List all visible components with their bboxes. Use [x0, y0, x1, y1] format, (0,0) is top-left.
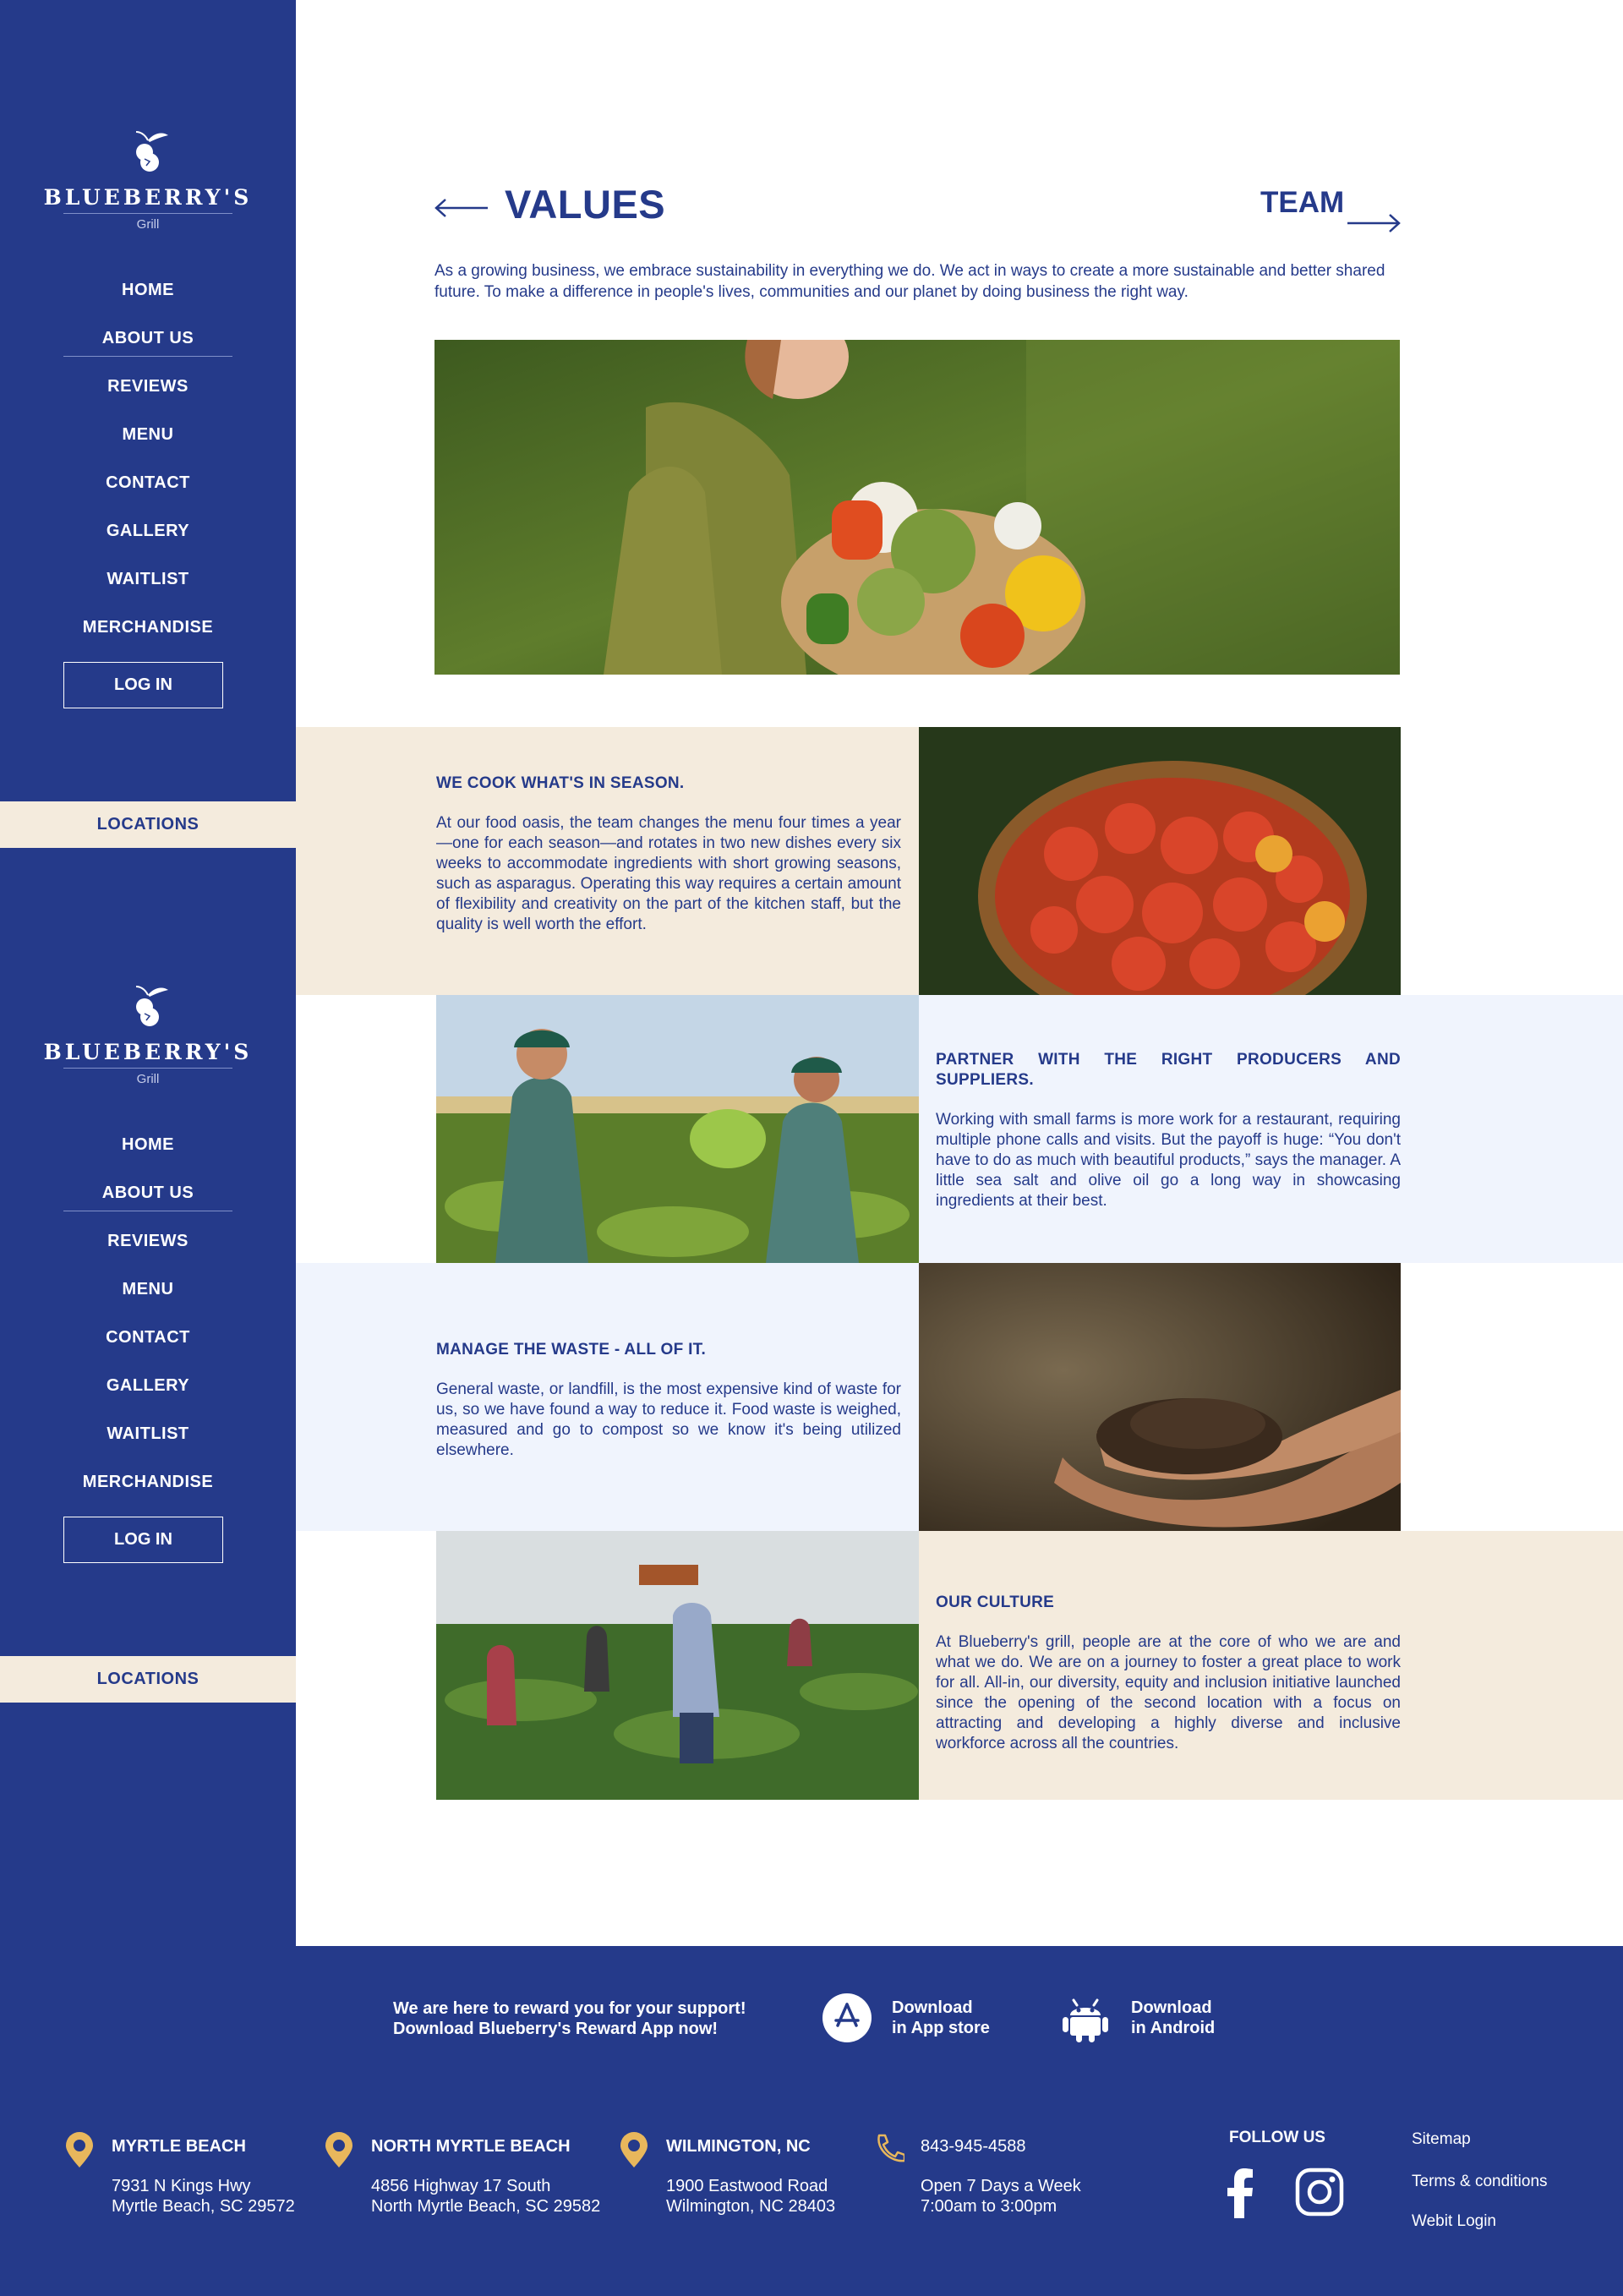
locations-button[interactable]: LOCATIONS — [0, 1656, 296, 1703]
row-heading: PARTNER WITH THE RIGHT PRODUCERS AND SUP… — [936, 1051, 1401, 1089]
location-title: NORTH MYRTLE BEACH — [371, 2137, 571, 2156]
nav-contact[interactable]: CONTACT — [0, 473, 296, 493]
nav-gallery[interactable]: GALLERY — [0, 1376, 296, 1396]
row-body: General waste, or landfill, is the most … — [436, 1380, 901, 1459]
phone-number[interactable]: 843-945-4588 — [921, 2137, 1026, 2157]
hours-line: Open 7 Days a Week — [921, 2177, 1081, 2195]
hands-soil-image — [919, 1263, 1401, 1531]
webit-login-link[interactable]: Webit Login — [1412, 2212, 1496, 2231]
tomato-basket-image — [919, 727, 1401, 995]
farmers-lettuce-image — [436, 995, 919, 1263]
row-season: WE COOK WHAT'S IN SEASON. At our food oa… — [436, 774, 901, 935]
address-line: North Myrtle Beach, SC 29582 — [371, 2197, 601, 2216]
sitemap-link[interactable]: Sitemap — [1412, 2130, 1471, 2149]
nav-menu[interactable]: MENU — [0, 1280, 296, 1299]
nav-contact[interactable]: CONTACT — [0, 1328, 296, 1348]
address-line: Myrtle Beach, SC 29572 — [112, 2197, 295, 2216]
app-store-download[interactable]: Download in App store — [822, 1993, 990, 2042]
android-label: Download — [1131, 1998, 1212, 2017]
forward-arrow-icon[interactable] — [1346, 211, 1402, 235]
nav-waitlist[interactable]: WAITLIST — [0, 570, 296, 589]
nav-about-us[interactable]: ABOUT US — [0, 329, 296, 348]
login-button[interactable]: LOG IN — [63, 1517, 223, 1563]
row-body: At Blueberry's grill, people are at the … — [936, 1633, 1401, 1752]
brand-name: BLUEBERRY'S — [43, 1040, 253, 1064]
row-heading: WE COOK WHAT'S IN SEASON. — [436, 774, 685, 792]
brand-sub: Grill — [136, 217, 160, 232]
nav-reviews[interactable]: REVIEWS — [0, 1232, 296, 1251]
back-arrow-icon[interactable] — [434, 196, 489, 220]
opening-hours: Open 7 Days a Week 7:00am to 3:00pm — [921, 2176, 1081, 2217]
address-line: Wilmington, NC 28403 — [666, 2197, 836, 2216]
sidebar: BLUEBERRY'S Grill HOME ABOUT US REVIEWS … — [0, 0, 296, 1946]
android-download[interactable]: Download in Android — [1060, 1993, 1215, 2042]
locations-button[interactable]: LOCATIONS — [0, 801, 296, 848]
address-line: 7931 N Kings Hwy — [112, 2177, 251, 2195]
app-store-label: Download — [892, 1998, 973, 2017]
location-pin-icon — [325, 2132, 352, 2168]
login-button[interactable]: LOG IN — [63, 662, 223, 708]
promo-line: We are here to reward you for your suppo… — [393, 1999, 746, 2018]
app-store-label: in App store — [892, 2019, 990, 2037]
hours-line: 7:00am to 3:00pm — [921, 2197, 1057, 2216]
location-address: 4856 Highway 17 South North Myrtle Beach… — [371, 2176, 600, 2217]
brand-divider — [63, 1068, 232, 1069]
brand-logo[interactable]: BLUEBERRY'S Grill — [0, 980, 296, 1086]
follow-us-label: FOLLOW US — [1229, 2129, 1325, 2146]
row-heading: MANAGE THE WASTE - ALL OF IT. — [436, 1341, 707, 1358]
intro-text: As a growing business, we embrace sustai… — [434, 262, 1385, 301]
address-line: 1900 Eastwood Road — [666, 2177, 828, 2195]
android-icon — [1063, 1998, 1108, 2042]
location-pin-icon — [66, 2132, 93, 2168]
nav-home[interactable]: HOME — [0, 1135, 296, 1155]
blueberry-logo-icon — [135, 131, 168, 172]
brand-sub: Grill — [136, 1072, 160, 1086]
next-page-link[interactable]: TEAM — [1260, 186, 1344, 220]
row-producers: PARTNER WITH THE RIGHT PRODUCERS AND SUP… — [936, 1050, 1401, 1211]
row-body: At our food oasis, the team changes the … — [436, 814, 901, 933]
nav-menu[interactable]: MENU — [0, 425, 296, 445]
row-waste: MANAGE THE WASTE - ALL OF IT. General wa… — [436, 1340, 901, 1461]
nav-reviews[interactable]: REVIEWS — [0, 377, 296, 396]
nav-waitlist[interactable]: WAITLIST — [0, 1424, 296, 1444]
address-line: 4856 Highway 17 South — [371, 2177, 551, 2195]
location-pin-icon — [620, 2132, 648, 2168]
android-label: in Android — [1131, 2019, 1216, 2037]
terms-link[interactable]: Terms & conditions — [1412, 2173, 1548, 2191]
brand-divider — [63, 213, 232, 214]
footer: We are here to reward you for your suppo… — [0, 1946, 1623, 2296]
promo-line: Download Blueberry's Reward App now! — [393, 2020, 719, 2038]
nav-home[interactable]: HOME — [0, 281, 296, 300]
page-title: VALUES — [505, 182, 666, 227]
location-title: WILMINGTON, NC — [666, 2137, 811, 2156]
instagram-icon[interactable] — [1295, 2168, 1344, 2217]
phone-icon — [877, 2134, 904, 2162]
location-address: 1900 Eastwood Road Wilmington, NC 28403 — [666, 2176, 835, 2217]
row-body: Working with small farms is more work fo… — [936, 1111, 1401, 1210]
facebook-icon[interactable] — [1226, 2168, 1254, 2218]
location-title: MYRTLE BEACH — [112, 2137, 246, 2156]
blueberry-logo-icon — [135, 986, 168, 1026]
app-store-icon — [822, 1993, 872, 2042]
brand-name: BLUEBERRY'S — [43, 185, 253, 210]
nav-merchandise[interactable]: MERCHANDISE — [0, 618, 296, 637]
farm-workers-image — [436, 1531, 919, 1800]
nav-gallery[interactable]: GALLERY — [0, 522, 296, 541]
location-address: 7931 N Kings Hwy Myrtle Beach, SC 29572 — [112, 2176, 295, 2217]
hero-image — [434, 340, 1400, 675]
nav-merchandise[interactable]: MERCHANDISE — [0, 1473, 296, 1492]
row-heading: OUR CULTURE — [936, 1594, 1055, 1611]
brand-logo[interactable]: BLUEBERRY'S Grill — [0, 125, 296, 232]
nav-about-us[interactable]: ABOUT US — [0, 1184, 296, 1203]
reward-promo: We are here to reward you for your suppo… — [393, 1998, 746, 2039]
row-culture: OUR CULTURE At Blueberry's grill, people… — [936, 1593, 1401, 1754]
nav-active-underline — [63, 356, 232, 357]
